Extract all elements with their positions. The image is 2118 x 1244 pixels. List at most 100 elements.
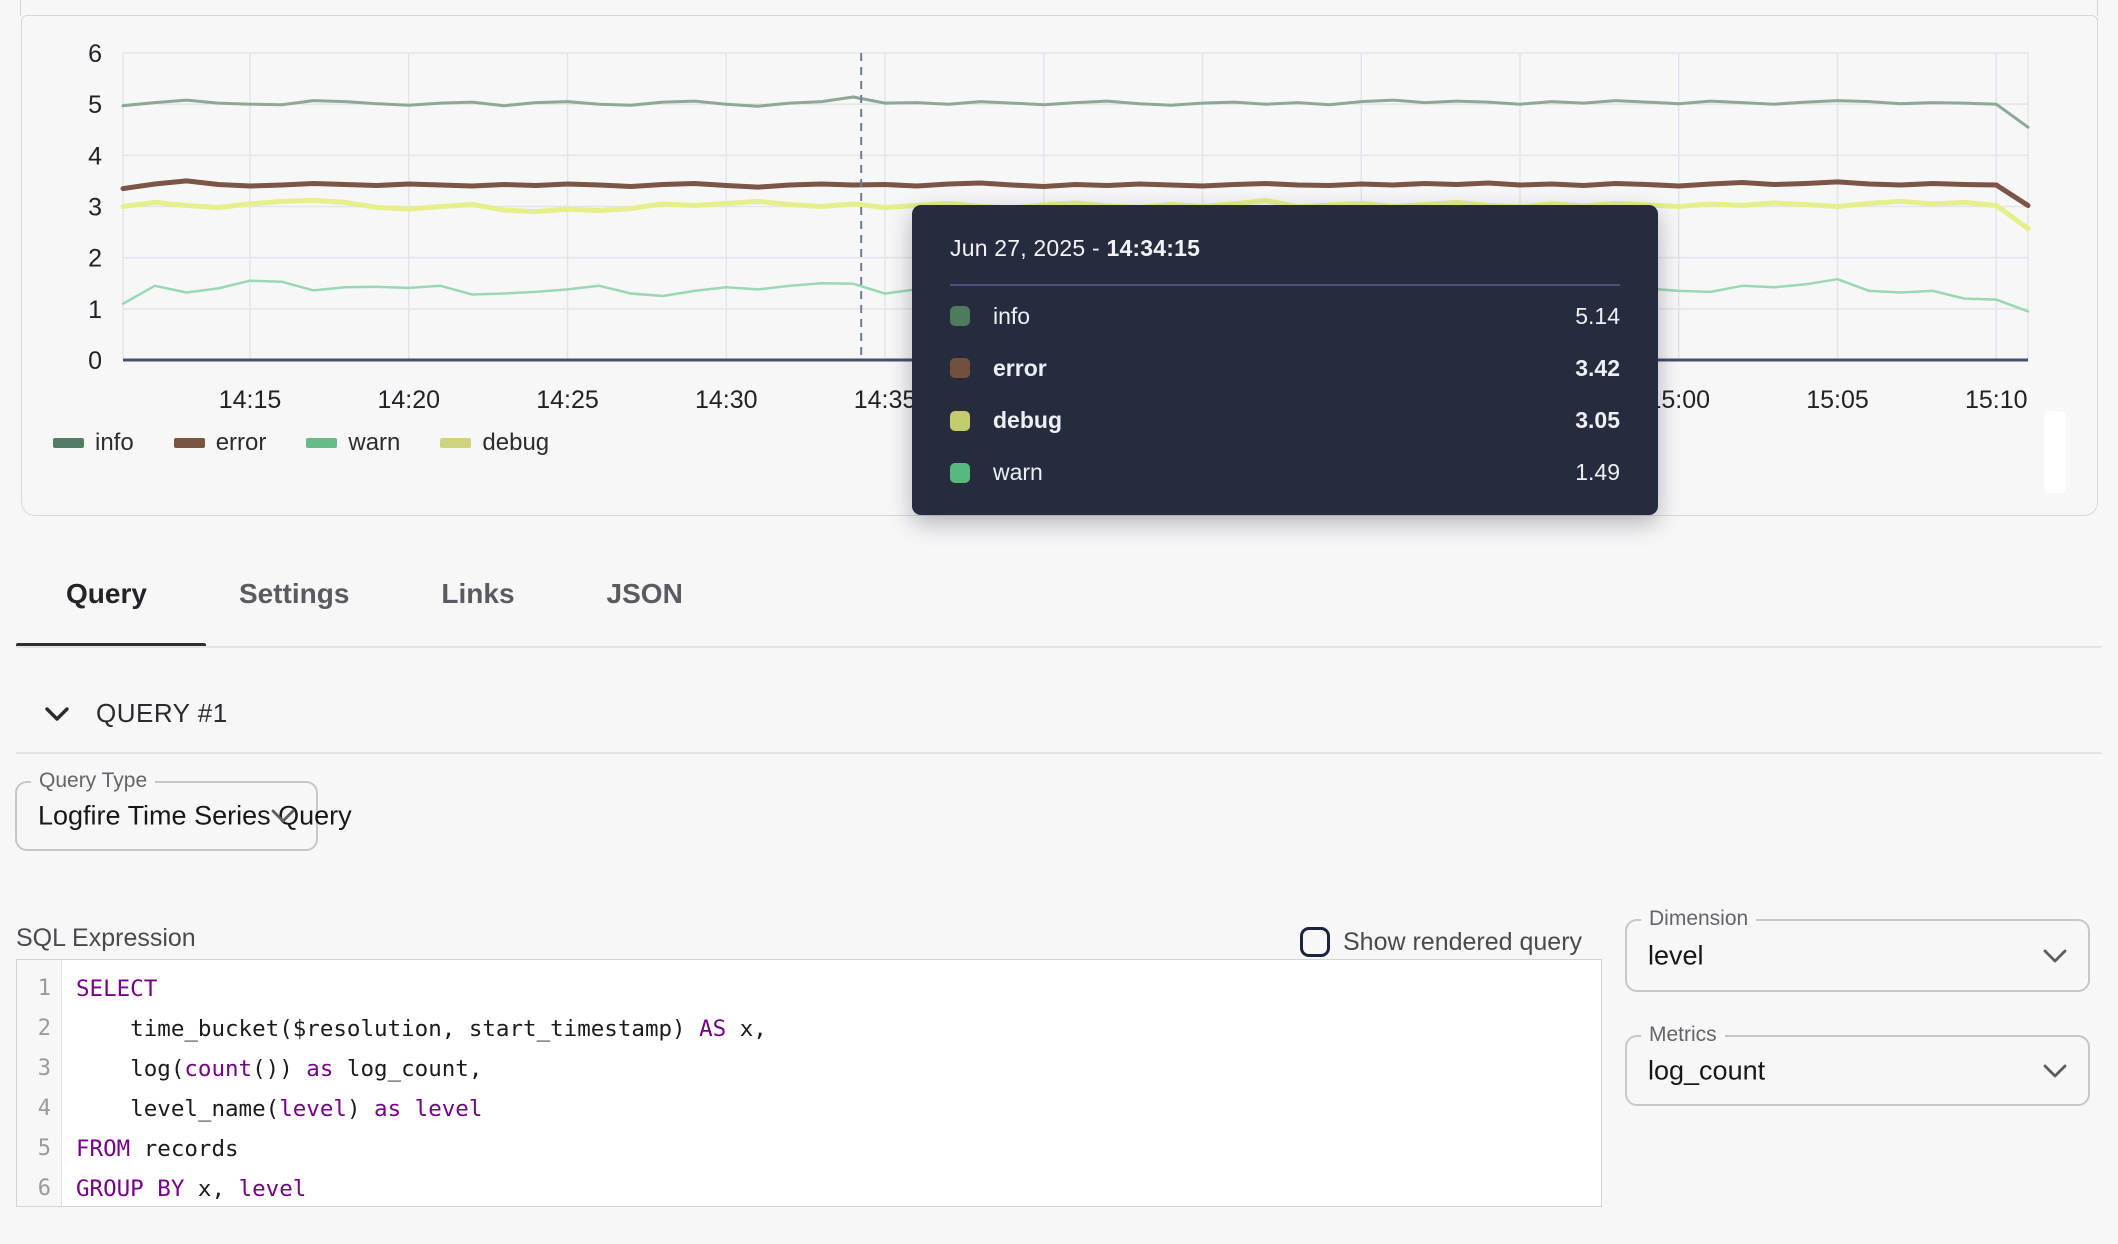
x-axis-tick-label: 15:05 <box>1806 386 1869 414</box>
query-section-header[interactable]: QUERY #1 <box>44 698 228 729</box>
sql-keyword: FROM <box>76 1136 130 1162</box>
editor-code[interactable]: SELECT time_bucket($resolution, start_ti… <box>62 960 767 1206</box>
dimension-value: level <box>1648 940 1704 971</box>
dimension-select[interactable]: Dimension level <box>1625 919 2090 992</box>
tooltip-series-label: info <box>993 303 1030 330</box>
tooltip-series-label: error <box>993 355 1047 382</box>
tooltip-series-label: debug <box>993 407 1062 434</box>
scrollbar-thumb[interactable] <box>2044 411 2066 493</box>
x-axis-tick-label: 14:35 <box>854 386 917 414</box>
sql-text: x, <box>726 1016 767 1042</box>
legend-item-info[interactable]: info <box>53 429 134 457</box>
show-rendered-query-label: Show rendered query <box>1343 928 1582 957</box>
show-rendered-query-control: Show rendered query <box>1300 927 1582 957</box>
legend-label: debug <box>482 429 549 457</box>
chart-tooltip: Jun 27, 2025 - 14:34:15 info 5.14 error 3.4… <box>912 205 1658 515</box>
panel-border-stub-left <box>20 0 21 16</box>
editor-gutter: 123456 <box>17 960 62 1206</box>
tab-query[interactable]: Query <box>66 578 147 610</box>
section-divider <box>16 752 2102 754</box>
query-type-select[interactable]: Query Type Logfire Time Series Query <box>15 781 318 851</box>
legend-label: info <box>95 429 134 457</box>
tooltip-swatch-warn <box>950 463 970 483</box>
sql-text: log_count, <box>333 1056 482 1082</box>
x-axis-tick-label: 14:15 <box>219 386 282 414</box>
tooltip-row-error: error 3.42 <box>950 355 1620 382</box>
line-number: 3 <box>17 1049 61 1089</box>
legend-item-debug[interactable]: debug <box>440 429 549 457</box>
sql-text: ()) <box>252 1056 306 1082</box>
tooltip-swatch-error <box>950 358 970 378</box>
sql-text: records <box>130 1136 238 1162</box>
sql-expression-label: SQL Expression <box>16 924 196 953</box>
sql-keyword: SELECT <box>76 976 157 1002</box>
tooltip-swatch-debug <box>950 411 970 431</box>
legend-swatch-warn <box>306 438 337 448</box>
tabs-divider <box>16 646 2102 648</box>
panel-border-stub-right <box>2097 0 2098 16</box>
sql-keyword: as <box>374 1096 401 1122</box>
sql-text: log( <box>76 1056 184 1082</box>
chevron-down-icon <box>2042 1063 2068 1079</box>
show-rendered-query-checkbox[interactable] <box>1300 927 1330 957</box>
tooltip-swatch-info <box>950 306 970 326</box>
legend-label: warn <box>348 429 400 457</box>
code-line-3: log(count()) as log_count, <box>76 1049 767 1089</box>
line-number: 1 <box>17 969 61 1009</box>
y-axis-tick-label: 4 <box>88 142 102 170</box>
chevron-down-icon <box>270 808 296 824</box>
tab-settings[interactable]: Settings <box>239 578 349 610</box>
sql-text: ) <box>347 1096 374 1122</box>
line-number: 4 <box>17 1089 61 1129</box>
sql-keyword: level <box>279 1096 347 1122</box>
metrics-select[interactable]: Metrics log_count <box>1625 1035 2090 1106</box>
y-axis-tick-label: 5 <box>88 91 102 119</box>
tooltip-series-value: 5.14 <box>1575 303 1620 330</box>
code-line-1: SELECT <box>76 969 767 1009</box>
sql-keyword: as <box>306 1056 333 1082</box>
tooltip-series-value: 3.42 <box>1575 355 1620 382</box>
query-type-value: Logfire Time Series Query <box>38 801 352 832</box>
code-line-5: FROM records <box>76 1129 767 1169</box>
tooltip-row-info: info 5.14 <box>950 303 1620 330</box>
tooltip-rows: info 5.14 error 3.42 debug3.05 warn 1.49 <box>950 290 1620 499</box>
tooltip-time: 14:34:15 <box>1106 235 1200 261</box>
legend-item-error[interactable]: error <box>174 429 267 457</box>
tab-json[interactable]: JSON <box>607 578 683 610</box>
sql-text: level_name( <box>76 1096 279 1122</box>
sql-text: x, <box>184 1176 238 1202</box>
line-number: 6 <box>17 1169 61 1209</box>
code-line-2: time_bucket($resolution, start_timestamp… <box>76 1009 767 1049</box>
panel-editor-tabs: Query Settings Links JSON <box>66 578 683 610</box>
legend-label: error <box>216 429 267 457</box>
chart-legend: info error warn debug <box>53 429 549 457</box>
tooltip-series-label: warn <box>993 459 1043 486</box>
y-axis-tick-label: 3 <box>88 194 102 222</box>
x-axis-tick-label: 14:20 <box>377 386 440 414</box>
sql-keyword: level <box>415 1096 483 1122</box>
sql-keyword: count <box>184 1056 252 1082</box>
chevron-down-icon <box>44 706 70 722</box>
sql-text: time_bucket($resolution, start_timestamp… <box>76 1016 699 1042</box>
y-axis-tick-label: 6 <box>88 40 102 68</box>
tooltip-row-debug: debug3.05 <box>950 407 1620 434</box>
metrics-value: log_count <box>1648 1055 1765 1086</box>
code-line-4: level_name(level) as level <box>76 1089 767 1129</box>
tab-links[interactable]: Links <box>441 578 514 610</box>
y-axis-tick-label: 2 <box>88 245 102 273</box>
x-axis-tick-label: 15:10 <box>1965 386 2028 414</box>
query-section-title: QUERY #1 <box>96 698 228 729</box>
dimension-label: Dimension <box>1641 907 1756 931</box>
chevron-down-icon <box>2042 948 2068 964</box>
sql-text <box>401 1096 415 1122</box>
tooltip-timestamp: Jun 27, 2025 - 14:34:15 <box>950 235 1620 262</box>
legend-item-warn[interactable]: warn <box>306 429 400 457</box>
sql-keyword: GROUP BY <box>76 1176 184 1202</box>
sql-code-editor[interactable]: 123456 SELECT time_bucket($resolution, s… <box>16 959 1602 1207</box>
line-number: 5 <box>17 1129 61 1169</box>
sql-keyword: level <box>239 1176 307 1202</box>
legend-swatch-info <box>53 438 84 448</box>
y-axis-tick-label: 1 <box>88 296 102 324</box>
tooltip-series-value: 1.49 <box>1575 459 1620 486</box>
legend-swatch-error <box>174 438 205 448</box>
